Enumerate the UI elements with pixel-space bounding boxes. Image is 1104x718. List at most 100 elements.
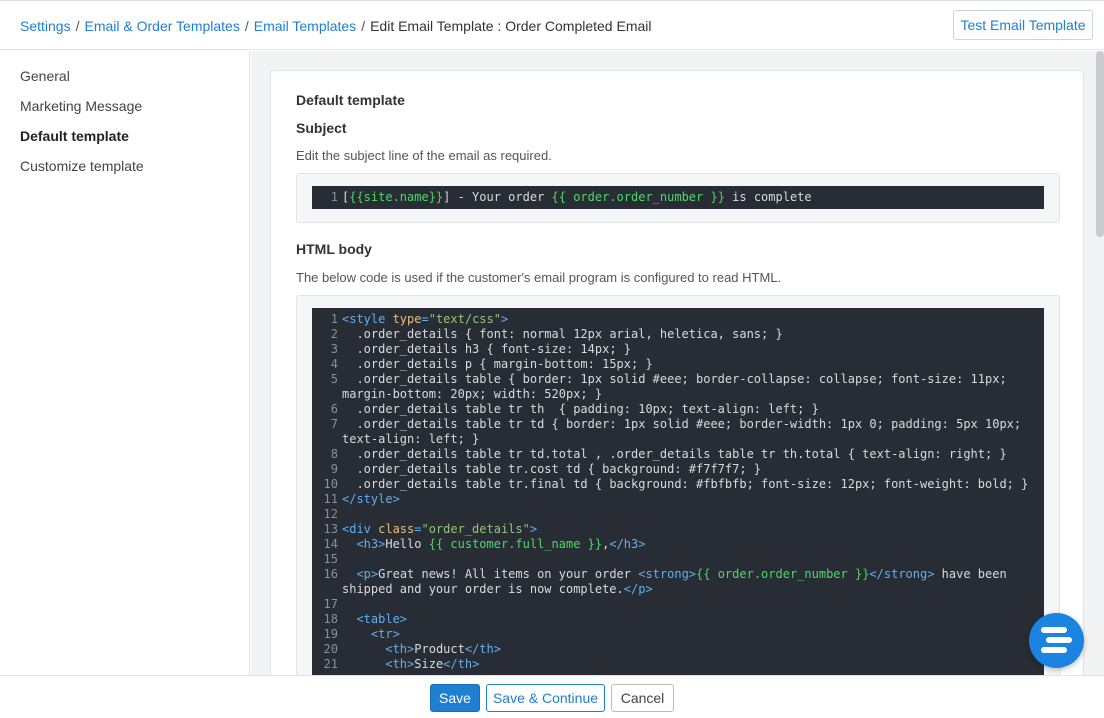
subject-editor-wrap: 1 [{{site.name}}] - Your order {{ order.o… bbox=[296, 173, 1060, 223]
code-text: </style> bbox=[342, 492, 1044, 507]
code-line: 11 </style> bbox=[312, 492, 1044, 507]
code-token: <div bbox=[342, 522, 379, 536]
code-text: .order_details table { border: 1px solid… bbox=[342, 372, 1044, 402]
line-number: 7 bbox=[330, 417, 338, 431]
line-number: 1 bbox=[330, 190, 338, 204]
line-number: 14 bbox=[323, 537, 338, 551]
code-line: 4 .order_details p { margin-bottom: 15px… bbox=[312, 357, 1044, 372]
breadcrumb-email-templates[interactable]: Email Templates bbox=[254, 18, 356, 34]
code-token: {{ order.order_number }} bbox=[696, 567, 870, 581]
code-line: 1 <style type="text/css"> bbox=[312, 312, 1044, 327]
code-line: 8 .order_details table tr td.total , .or… bbox=[312, 447, 1044, 462]
line-number: 10 bbox=[323, 477, 338, 491]
code-text: .order_details table tr th { padding: 10… bbox=[342, 402, 1044, 417]
line-number: 19 bbox=[323, 627, 338, 641]
code-text: .order_details table tr td.total , .orde… bbox=[342, 447, 1044, 462]
html-body-title: HTML body bbox=[296, 241, 372, 257]
main-content: Default template Subject Edit the subjec… bbox=[251, 51, 1104, 675]
code-token: class bbox=[378, 522, 415, 536]
code-line: 21 <th>Size</th> bbox=[312, 657, 1044, 672]
code-line: 13 <div class="order_details"> bbox=[312, 522, 1044, 537]
code-line: 18 <table> bbox=[312, 612, 1044, 627]
html-body-hint: The below code is used if the customer's… bbox=[296, 270, 782, 285]
cancel-button[interactable]: Cancel bbox=[611, 684, 674, 712]
code-token: .order_details { font: normal 12px arial… bbox=[342, 327, 783, 341]
code-token: > bbox=[529, 522, 538, 536]
code-text: <table> bbox=[342, 612, 1044, 627]
save-button[interactable]: Save bbox=[430, 684, 480, 712]
code-token: {{ customer.full_name }} bbox=[428, 537, 603, 551]
code-line: 19 <tr> bbox=[312, 627, 1044, 642]
sidebar-item-general[interactable]: General bbox=[20, 68, 70, 84]
code-token: </h3> bbox=[609, 537, 646, 551]
code-line: 20 <th>Product</th> bbox=[312, 642, 1044, 657]
code-line: 14 <h3>Hello {{ customer.full_name }},</… bbox=[312, 537, 1044, 552]
code-token: Great news! All items on your order bbox=[378, 567, 639, 581]
html-body-code-editor[interactable]: 1 <style type="text/css"> 2 .order_details… bbox=[312, 308, 1044, 675]
template-card: Default template Subject Edit the subjec… bbox=[270, 70, 1084, 675]
code-line: 6 .order_details table tr th { padding: … bbox=[312, 402, 1044, 417]
code-token: {{ order.order_number }} bbox=[551, 190, 725, 204]
code-token: </strong> bbox=[869, 567, 935, 581]
code-token: = bbox=[421, 312, 429, 326]
code-token: .order_details table tr.final td { backg… bbox=[342, 477, 1029, 491]
chat-widget-bar bbox=[1041, 627, 1067, 633]
chat-widget-bar bbox=[1046, 637, 1072, 643]
page-scrollbar[interactable] bbox=[1096, 51, 1104, 237]
code-token: "text/css" bbox=[428, 312, 501, 326]
code-token: ] - Your order bbox=[443, 190, 552, 204]
code-token: "order_details" bbox=[421, 522, 530, 536]
code-token: Hello bbox=[385, 537, 429, 551]
code-token: </style> bbox=[342, 492, 400, 506]
code-token: .order_details table tr.cost td { backgr… bbox=[342, 462, 762, 476]
line-number: 8 bbox=[330, 447, 338, 461]
line-number: 20 bbox=[323, 642, 338, 656]
line-number: 12 bbox=[323, 507, 338, 521]
code-line: 3 .order_details h3 { font-size: 14px; } bbox=[312, 342, 1044, 357]
line-number: 18 bbox=[323, 612, 338, 626]
breadcrumb: Settings / Email & Order Templates / Email T… bbox=[20, 18, 652, 34]
code-token: > bbox=[500, 312, 509, 326]
chat-widget-bar bbox=[1041, 647, 1067, 653]
breadcrumb-separator: / bbox=[361, 18, 366, 34]
sidebar-item-default-template[interactable]: Default template bbox=[20, 128, 129, 144]
code-text: .order_details table tr.final td { backg… bbox=[342, 477, 1044, 492]
top-bar: Settings / Email & Order Templates / Email T… bbox=[0, 0, 1104, 50]
breadcrumb-separator: / bbox=[75, 18, 80, 34]
code-line: 2 .order_details { font: normal 12px ari… bbox=[312, 327, 1044, 342]
sidebar-item-marketing-message[interactable]: Marketing Message bbox=[20, 98, 142, 114]
code-token: .order_details table tr td { border: 1px… bbox=[342, 417, 1029, 446]
code-token: Size bbox=[414, 657, 444, 671]
code-line: 1 [{{site.name}}] - Your order {{ order.o… bbox=[312, 190, 1044, 205]
code-text: [{{site.name}}] - Your order {{ order.or… bbox=[342, 190, 1044, 205]
line-number: 4 bbox=[330, 357, 338, 371]
save-continue-button[interactable]: Save & Continue bbox=[486, 684, 605, 712]
code-line: 12 bbox=[312, 507, 1044, 522]
breadcrumb-email-order-templates[interactable]: Email & Order Templates bbox=[84, 18, 239, 34]
code-text: <tr> bbox=[342, 627, 1044, 642]
breadcrumb-settings[interactable]: Settings bbox=[20, 18, 71, 34]
test-email-template-button[interactable]: Test Email Template bbox=[953, 10, 1093, 40]
chat-widget-icon[interactable] bbox=[1029, 613, 1084, 668]
code-token: <style bbox=[342, 312, 393, 326]
subject-code-editor[interactable]: 1 [{{site.name}}] - Your order {{ order.o… bbox=[312, 186, 1044, 209]
code-text: .order_details table tr.cost td { backgr… bbox=[342, 462, 1044, 477]
code-token: .order_details h3 { font-size: 14px; } bbox=[342, 342, 631, 356]
code-token: </p> bbox=[623, 582, 653, 596]
code-text: .order_details p { margin-bottom: 15px; … bbox=[342, 357, 1044, 372]
code-token: <p> bbox=[356, 567, 379, 581]
line-number: 17 bbox=[323, 597, 338, 611]
sidebar-item-customize-template[interactable]: Customize template bbox=[20, 158, 144, 174]
code-token: .order_details table tr td.total , .orde… bbox=[342, 447, 1007, 461]
code-token: .order_details p { margin-bottom: 15px; … bbox=[342, 357, 653, 371]
code-text: <th>Product</th> bbox=[342, 642, 1044, 657]
line-number: 9 bbox=[330, 462, 338, 476]
code-token: <tr> bbox=[370, 627, 400, 641]
code-line: 10 .order_details table tr.final td { ba… bbox=[312, 477, 1044, 492]
